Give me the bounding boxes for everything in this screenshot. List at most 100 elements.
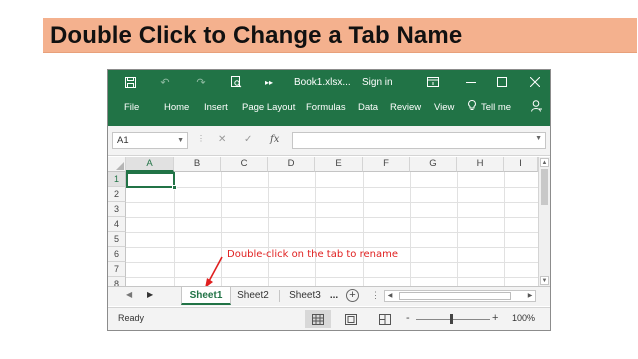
row-header-7[interactable]: 7 [108,262,126,277]
tell-me-box[interactable]: Tell me [481,100,511,116]
maximize-icon[interactable] [495,75,509,89]
minimize-icon[interactable] [464,75,478,89]
row-header-2[interactable]: 2 [108,187,126,202]
row-gridline [126,247,538,248]
ribbon-display-icon[interactable] [426,75,440,89]
annotation-text: Double-click on the tab to rename [227,249,398,260]
sign-in-link[interactable]: Sign in [362,76,393,90]
redo-icon[interactable]: ↷ [194,75,208,89]
row-gridline [126,202,538,203]
column-gridline [504,172,505,286]
column-header-f[interactable]: F [363,157,410,172]
scroll-up-icon[interactable]: ▲ [540,158,549,167]
row-header-6[interactable]: 6 [108,247,126,262]
horizontal-scrollbar[interactable]: ◀ ▶ [384,290,536,302]
tab-data[interactable]: Data [358,100,378,116]
more-sheets-button[interactable]: ... [326,287,342,305]
zoom-slider[interactable] [416,319,490,320]
row-header-5[interactable]: 5 [108,232,126,247]
next-sheet-icon[interactable]: ▶ [147,290,153,299]
add-sheet-button[interactable]: + [346,289,359,302]
sheet-tab-sheet2[interactable]: Sheet2 [232,287,274,305]
sheet-tab-bar: ◀ ▶ Sheet1 Sheet2 Sheet3 ... + ⋮ ◀ ▶ [108,286,550,306]
more-options-icon[interactable]: ⋮ [197,134,205,143]
banner-title: Double Click to Change a Tab Name [50,22,463,49]
horizontal-scroll-thumb[interactable] [399,292,511,300]
scroll-right-icon[interactable]: ▶ [525,291,535,301]
chevron-down-icon[interactable]: ▼ [177,133,184,148]
column-gridline [410,172,411,286]
zoom-in-button[interactable]: + [492,312,498,324]
name-box[interactable]: A1 ▼ [112,132,188,149]
tab-review[interactable]: Review [390,100,421,116]
vertical-scroll-thumb[interactable] [541,169,548,205]
tab-page-layout[interactable]: Page Layout [242,100,295,116]
zoom-out-button[interactable]: - [406,312,410,324]
sheet-tab-sheet1[interactable]: Sheet1 [181,287,231,305]
row-gridline [126,217,538,218]
scroll-left-icon[interactable]: ◀ [385,291,395,301]
column-gridline [457,172,458,286]
formula-input[interactable]: ▼ [292,132,546,149]
zoom-slider-thumb[interactable] [450,314,453,324]
slide-banner: Double Click to Change a Tab Name [43,18,637,53]
row-header-3[interactable]: 3 [108,202,126,217]
row-gridline [126,277,538,278]
row-header-8[interactable]: 8 [108,277,126,286]
row-gridline [126,187,538,188]
splitter-icon[interactable]: ⋮ [371,290,380,301]
row-gridline [126,232,538,233]
tab-file[interactable]: File [124,100,139,116]
scroll-down-icon[interactable]: ▼ [540,276,549,285]
column-header-b[interactable]: B [174,157,221,172]
column-gridline [363,172,364,286]
normal-view-icon[interactable] [305,310,331,328]
column-header-c[interactable]: C [221,157,268,172]
column-header-g[interactable]: G [410,157,457,172]
column-header-i[interactable]: I [504,157,538,172]
enter-icon[interactable]: ✓ [244,134,252,145]
qat-more-icon[interactable]: ▸▸ [265,76,273,90]
tab-separator [279,290,280,302]
close-icon[interactable] [528,75,542,89]
excel-window: ↶ ↷ ▸▸ Book1.xlsx... Sign in File Home I… [107,69,551,331]
status-bar: Ready - + 100% [108,307,550,330]
tab-view[interactable]: View [434,100,454,116]
tab-insert[interactable]: Insert [204,100,228,116]
name-box-value: A1 [117,135,129,146]
status-text: Ready [118,313,145,323]
formula-bar: A1 ▼ ⋮ ✕ ✓ fx ▼ [108,126,550,156]
row-header-1[interactable]: 1 [108,172,126,187]
share-icon[interactable] [531,100,542,116]
column-gridline [268,172,269,286]
prev-sheet-icon[interactable]: ◀ [126,290,132,299]
column-header-e[interactable]: E [315,157,363,172]
ribbon-tabs: File Home Insert Page Layout Formulas Da… [108,99,550,118]
row-header-4[interactable]: 4 [108,217,126,232]
select-all-corner[interactable] [108,157,126,172]
page-layout-view-icon[interactable] [338,310,364,328]
column-gridline [315,172,316,286]
column-header-h[interactable]: H [457,157,504,172]
row-gridline [126,262,538,263]
undo-icon[interactable]: ↶ [158,75,172,89]
window-title: Book1.xlsx... [294,77,351,88]
selected-cell-a1[interactable] [126,172,177,190]
print-preview-icon[interactable] [229,75,243,89]
tab-formulas[interactable]: Formulas [306,100,346,116]
zoom-level[interactable]: 100% [512,313,535,323]
expand-formula-icon[interactable]: ▼ [535,135,542,142]
spreadsheet-grid[interactable]: A B C D E F G H I 1 2 3 4 5 6 7 8 Double… [108,157,550,286]
title-bar: ↶ ↷ ▸▸ Book1.xlsx... Sign in File Home I… [108,70,550,126]
sheet-tab-sheet3[interactable]: Sheet3 [284,287,326,305]
cancel-icon[interactable]: ✕ [218,134,226,145]
save-icon[interactable] [123,75,137,89]
column-header-a[interactable]: A [126,157,174,172]
vertical-scrollbar[interactable]: ▲ ▼ [538,157,550,286]
fill-handle[interactable] [172,185,177,190]
column-header-d[interactable]: D [268,157,315,172]
tab-home[interactable]: Home [164,100,189,116]
lightbulb-icon[interactable] [468,99,476,116]
page-break-view-icon[interactable] [372,310,398,328]
insert-function-icon[interactable]: fx [270,134,279,145]
